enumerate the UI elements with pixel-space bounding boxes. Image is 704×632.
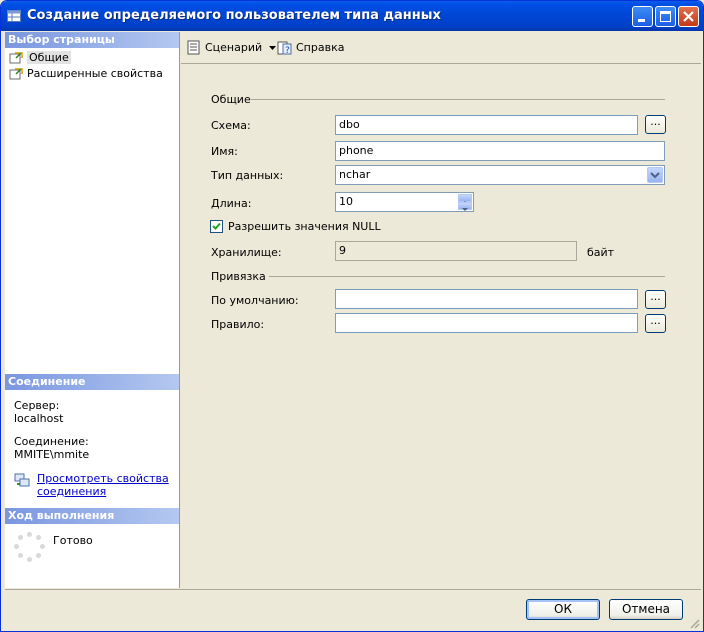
svg-text:?: ? <box>285 46 290 56</box>
length-label: Длина: <box>211 197 252 210</box>
script-button[interactable]: Сценарий <box>186 39 279 57</box>
script-label: Сценарий <box>205 41 263 54</box>
help-button[interactable]: ? Справка <box>277 39 344 57</box>
dialog-window: Создание определяемого пользователем тип… <box>0 0 704 632</box>
view-connection-properties-link-line2[interactable]: соединения <box>37 485 106 498</box>
name-field[interactable]: phone <box>335 141 665 161</box>
resize-grip-icon[interactable] <box>689 618 700 629</box>
server-label: Сервер: <box>14 399 60 412</box>
page-icon <box>9 68 23 80</box>
length-increment-button[interactable] <box>458 194 472 204</box>
datatype-label: Тип данных: <box>211 169 284 182</box>
page-item-general[interactable]: Общие <box>9 50 71 66</box>
progress-spinner-icon <box>14 532 46 564</box>
general-group-title: Общие <box>211 93 251 106</box>
length-decrement-button[interactable] <box>458 202 472 211</box>
page-item-label: Расширенные свойства <box>27 67 163 80</box>
close-button[interactable] <box>678 6 699 27</box>
toolbar: Сценарий ? Справка <box>181 32 701 62</box>
general-page-content: Общие Схема: dbo ... Имя: phone Тип данн… <box>181 63 701 589</box>
default-browse-button[interactable]: ... <box>645 290 666 309</box>
schema-field[interactable]: dbo <box>335 115 638 135</box>
script-icon <box>187 40 200 55</box>
server-value: localhost <box>14 412 64 425</box>
rule-field[interactable] <box>335 313 638 333</box>
connection-header: Соединение <box>5 374 179 390</box>
default-label: По умолчанию: <box>211 294 299 307</box>
datatype-select[interactable]: nchar <box>335 165 665 185</box>
storage-unit: байт <box>587 246 615 259</box>
name-label: Имя: <box>211 145 238 158</box>
datatype-value: nchar <box>339 168 371 181</box>
left-pane: Выбор страницы Общие Расширенные свойств… <box>5 32 180 588</box>
table-type-icon <box>7 10 21 22</box>
schema-browse-button[interactable]: ... <box>645 115 666 134</box>
minimize-icon <box>638 19 645 22</box>
maximize-button[interactable] <box>655 6 676 27</box>
binding-group-divider <box>269 276 665 277</box>
spin-down-icon <box>462 208 468 211</box>
storage-label: Хранилище: <box>211 246 282 259</box>
connection-properties-icon <box>14 473 30 487</box>
connection-label: Соединение: <box>14 435 89 448</box>
dropdown-arrow-icon[interactable] <box>269 46 277 50</box>
allow-null-label[interactable]: Разрешить значения NULL <box>228 220 381 233</box>
minimize-button[interactable] <box>632 6 653 27</box>
rule-browse-button[interactable]: ... <box>645 314 666 333</box>
checkmark-icon <box>212 222 221 230</box>
page-item-label: Общие <box>27 51 71 64</box>
allow-null-checkbox[interactable] <box>210 220 223 233</box>
length-value: 10 <box>339 195 353 208</box>
default-field[interactable] <box>335 289 638 309</box>
general-group-divider <box>251 99 665 100</box>
progress-header: Ход выполнения <box>5 508 179 524</box>
chevron-down-icon <box>650 172 660 179</box>
view-connection-properties-link[interactable]: Просмотреть свойства <box>37 472 169 485</box>
cancel-button[interactable]: Отмена <box>609 599 683 620</box>
help-label: Справка <box>296 41 345 54</box>
help-icon: ? <box>277 41 292 56</box>
length-stepper[interactable]: 10 <box>335 192 474 212</box>
connection-value: MMITE\mmite <box>14 448 90 461</box>
progress-status: Готово <box>53 534 93 547</box>
maximize-icon <box>660 11 671 22</box>
select-page-header: Выбор страницы <box>5 32 179 48</box>
window-title: Создание определяемого пользователем тип… <box>27 8 441 23</box>
binding-group-title: Привязка <box>211 270 266 283</box>
close-icon <box>683 11 694 22</box>
page-item-extended-properties[interactable]: Расширенные свойства <box>9 66 163 82</box>
button-bar: ОК Отмена <box>5 589 701 630</box>
title-bar[interactable]: Создание определяемого пользователем тип… <box>1 1 703 31</box>
datatype-dropdown-button[interactable] <box>647 167 663 183</box>
ok-button[interactable]: ОК <box>526 599 600 620</box>
storage-field: 9 <box>335 241 577 261</box>
rule-label: Правило: <box>211 318 265 331</box>
page-icon <box>9 52 23 64</box>
schema-label: Схема: <box>211 119 251 132</box>
